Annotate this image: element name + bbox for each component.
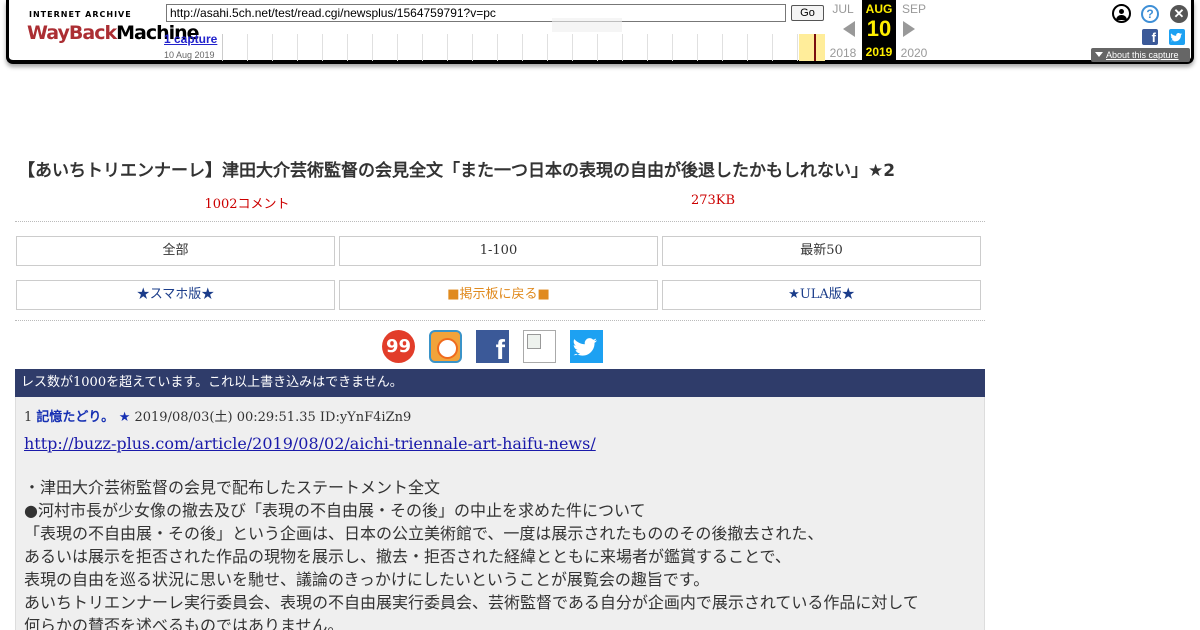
post: 1 記憶たどり。 ★ 2019/08/03(土) 00:29:51.35 ID:… (15, 397, 985, 630)
next-year-link[interactable]: 2020 (896, 46, 932, 60)
ula-version-button[interactable]: ★ULA版★ (662, 280, 981, 310)
about-capture-label: About this capture (1106, 50, 1179, 60)
current-month: AUG (865, 2, 893, 16)
divider (15, 320, 985, 321)
current-capture-date: AUG 10 2019 (862, 0, 896, 62)
user-icon[interactable] (1112, 4, 1131, 23)
broken-image-icon[interactable] (523, 330, 556, 363)
post-body: ・津田大介芸術監督の会見で配布したステートメント全文 ●河村市長が少女像の撤去及… (24, 476, 984, 630)
post-number: 1 (24, 410, 33, 425)
wayback-logo-top: INTERNET ARCHIVE (29, 10, 132, 19)
help-icon[interactable]: ? (1141, 5, 1159, 23)
post-line: 何らかの賛否を述べるものではありません。 (24, 616, 344, 630)
facebook-icon[interactable]: f (1142, 29, 1158, 45)
wayback-url-input[interactable]: http://asahi.5ch.net/test/read.cgi/newsp… (166, 4, 786, 22)
wayback-toolbar: INTERNET ARCHIVE WayBackMachine http://a… (0, 0, 1200, 68)
post-line: あるいは展示を拒否された作品の現物を展示し、撤去・拒否された経緯とともに来場者が… (24, 547, 791, 566)
twitter-icon[interactable] (570, 330, 603, 363)
about-capture-toggle[interactable]: About this capture (1091, 48, 1190, 62)
capture-sparkline[interactable] (222, 34, 826, 61)
current-day: 10 (866, 16, 892, 41)
prev-month-link[interactable]: JUL (825, 2, 861, 16)
post-source-link[interactable]: http://buzz-plus.com/article/2019/08/02/… (24, 434, 596, 453)
share-icons-row: 99 f (382, 330, 606, 364)
wayback-logo[interactable]: INTERNET ARCHIVE WayBackMachine (27, 8, 200, 52)
prev-year-link[interactable]: 2018 (825, 46, 861, 60)
app-icon[interactable] (429, 330, 462, 363)
current-year: 2019 (865, 45, 893, 59)
caret-down-icon (1095, 52, 1103, 57)
post-line: ●河村市長が少女像の撤去及び「表現の不自由展・その後」の中止を求めた件について (24, 501, 646, 520)
wayback-go-button[interactable]: Go (791, 5, 824, 21)
close-icon[interactable]: ✕ (1170, 5, 1188, 23)
thread-title: 【あいちトリエンナーレ】津田大介芸術監督の会見全文「また一つ日本の表現の自由が後… (18, 161, 896, 181)
post-line: ・津田大介芸術監督の会見で配布したステートメント全文 (24, 478, 441, 497)
prev-arrow-icon[interactable] (843, 21, 855, 37)
smartphone-version-button[interactable]: ★スマホ版★ (16, 280, 335, 310)
wayback-logo-main-1: WayBack (27, 22, 117, 44)
post-limit-notice: レス数が1000を超えています。これ以上書き込みはできません。 (15, 369, 985, 397)
post-datetime: 2019/08/03(土) 00:29:51.35 ID:yYnF4iZn9 (134, 410, 412, 425)
post-author[interactable]: 記憶たどり。 ★ (36, 410, 130, 425)
99-icon[interactable]: 99 (382, 330, 415, 363)
post-header: 1 記憶たどり。 ★ 2019/08/03(土) 00:29:51.35 ID:… (24, 406, 411, 425)
post-line: 表現の自由を巡る状況に思いを馳せ、議論のきっかけにしたいということが展覧会の趣旨… (24, 570, 710, 589)
comment-count: 1002コメント (204, 197, 290, 212)
wayback-search-watermark (552, 18, 622, 32)
next-month-link[interactable]: SEP (896, 2, 932, 16)
back-to-board-button[interactable]: ■掲示板に戻る■ (339, 280, 658, 310)
thread-size: 273KB (690, 193, 736, 208)
nav-all-button[interactable]: 全部 (16, 236, 335, 266)
sparkline-capture-tick (814, 34, 816, 61)
post-line: あいちトリエンナーレ実行委員会、表現の不自由展実行委員会、芸術監督である自分が企… (24, 593, 919, 612)
twitter-icon[interactable] (1169, 29, 1185, 45)
capture-date-range: 10 Aug 2019 (164, 50, 215, 60)
next-arrow-icon[interactable] (903, 21, 915, 37)
facebook-icon[interactable]: f (476, 330, 509, 363)
post-line: 「表現の不自由展・その後」という企画は、日本の公立美術館で、一度は展示されたもの… (24, 524, 824, 543)
nav-latest-50-button[interactable]: 最新50 (662, 236, 981, 266)
nav-1-100-button[interactable]: 1-100 (339, 236, 658, 266)
captures-link[interactable]: 1 capture (164, 32, 217, 46)
wayback-toolbar-panel: INTERNET ARCHIVE WayBackMachine http://a… (6, 0, 1194, 64)
sparkline-current-month (799, 34, 825, 61)
divider (15, 221, 985, 222)
